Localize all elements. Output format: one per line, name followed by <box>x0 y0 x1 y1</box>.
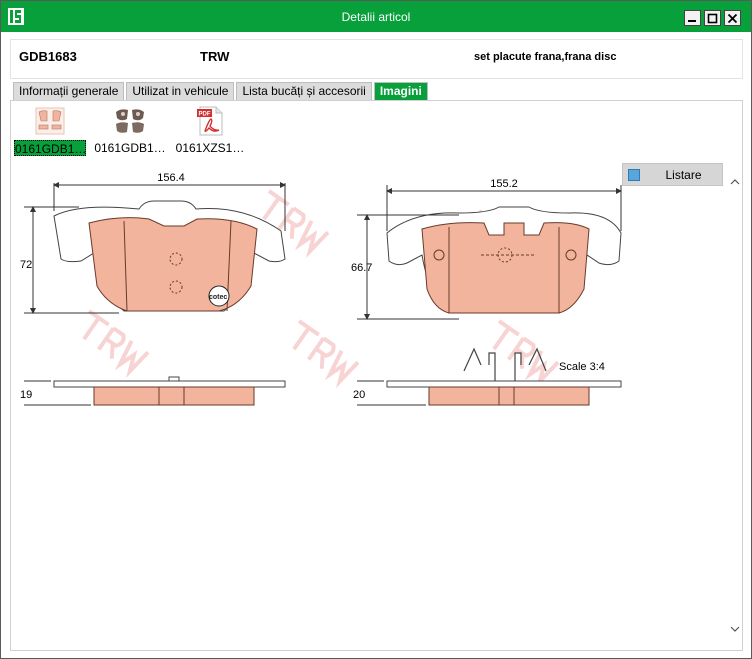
drawing-scale: Scale 3:4 <box>559 361 605 373</box>
thumbnail-label: 0161GDB1… <box>14 140 86 156</box>
title-bar[interactable]: Detalii articol <box>1 1 751 32</box>
window-title: Detalii articol <box>341 10 411 24</box>
left-width-dim: 156.4 <box>157 172 185 184</box>
brake-pad-technical-drawing: cotec 156.4 72 19 155.2 66.7 20 Scale 3:… <box>20 172 622 406</box>
article-header: GDB1683 TRW set placute frana,frana disc <box>10 39 743 79</box>
right-width-dim: 155.2 <box>490 178 518 190</box>
article-details-window: Detalii articol GDB1683 TRW set placute … <box>0 0 752 659</box>
minimize-icon <box>688 19 696 22</box>
left-pad-side-view <box>53 376 286 406</box>
close-button[interactable] <box>724 10 741 26</box>
thumbnail-item[interactable]: 0161GDB1… <box>11 104 89 156</box>
article-code: GDB1683 <box>19 49 77 64</box>
minimize-button[interactable] <box>684 10 701 26</box>
left-thickness-dim: 19 <box>20 389 32 401</box>
article-description: set placute frana,frana disc <box>474 51 617 63</box>
scroll-up-icon[interactable] <box>729 176 741 188</box>
thumbnail-item[interactable]: 0161GDB1… <box>91 104 169 156</box>
tab-general-info[interactable]: Informații generale <box>13 82 125 100</box>
listare-button[interactable]: Listare <box>622 163 723 186</box>
left-height-dim: 72 <box>20 259 32 271</box>
thumbnail-label: 0161XZS1… <box>175 141 245 155</box>
tab-vehicles[interactable]: Utilizat in vehicule <box>126 82 235 100</box>
scroll-down-icon[interactable] <box>729 623 741 635</box>
thumbnail-item[interactable]: PDF 0161XZS1… <box>171 104 249 156</box>
close-icon <box>727 13 738 23</box>
article-brand: TRW <box>200 49 230 64</box>
brake-pad-photo-icon <box>116 109 144 133</box>
cotec-badge: cotec <box>209 294 227 301</box>
right-height-dim: 66.7 <box>351 262 372 274</box>
right-pad-side-view <box>386 347 622 406</box>
right-thickness-dim: 20 <box>353 389 365 401</box>
tab-parts-list[interactable]: Lista bucăți și accesorii <box>236 82 372 100</box>
tab-images[interactable]: Imagini <box>373 82 428 100</box>
left-pad-top-view: cotec <box>53 200 286 312</box>
right-pad-top-view <box>386 206 622 314</box>
list-icon <box>628 169 640 181</box>
images-panel: 0161GDB1… 0161GDB1… PDF 0161XZS1… cotec … <box>10 100 743 651</box>
listare-label: Listare <box>665 168 702 182</box>
tab-bar: Informații generale Utilizat in vehicule… <box>13 82 430 100</box>
brake-pad-drawing-icon <box>35 107 65 135</box>
pdf-badge: PDF <box>199 112 211 118</box>
maximize-button[interactable] <box>704 10 721 26</box>
pdf-file-icon: PDF <box>197 106 223 136</box>
maximize-icon <box>707 13 718 23</box>
thumbnail-label: 0161GDB1… <box>94 141 166 155</box>
